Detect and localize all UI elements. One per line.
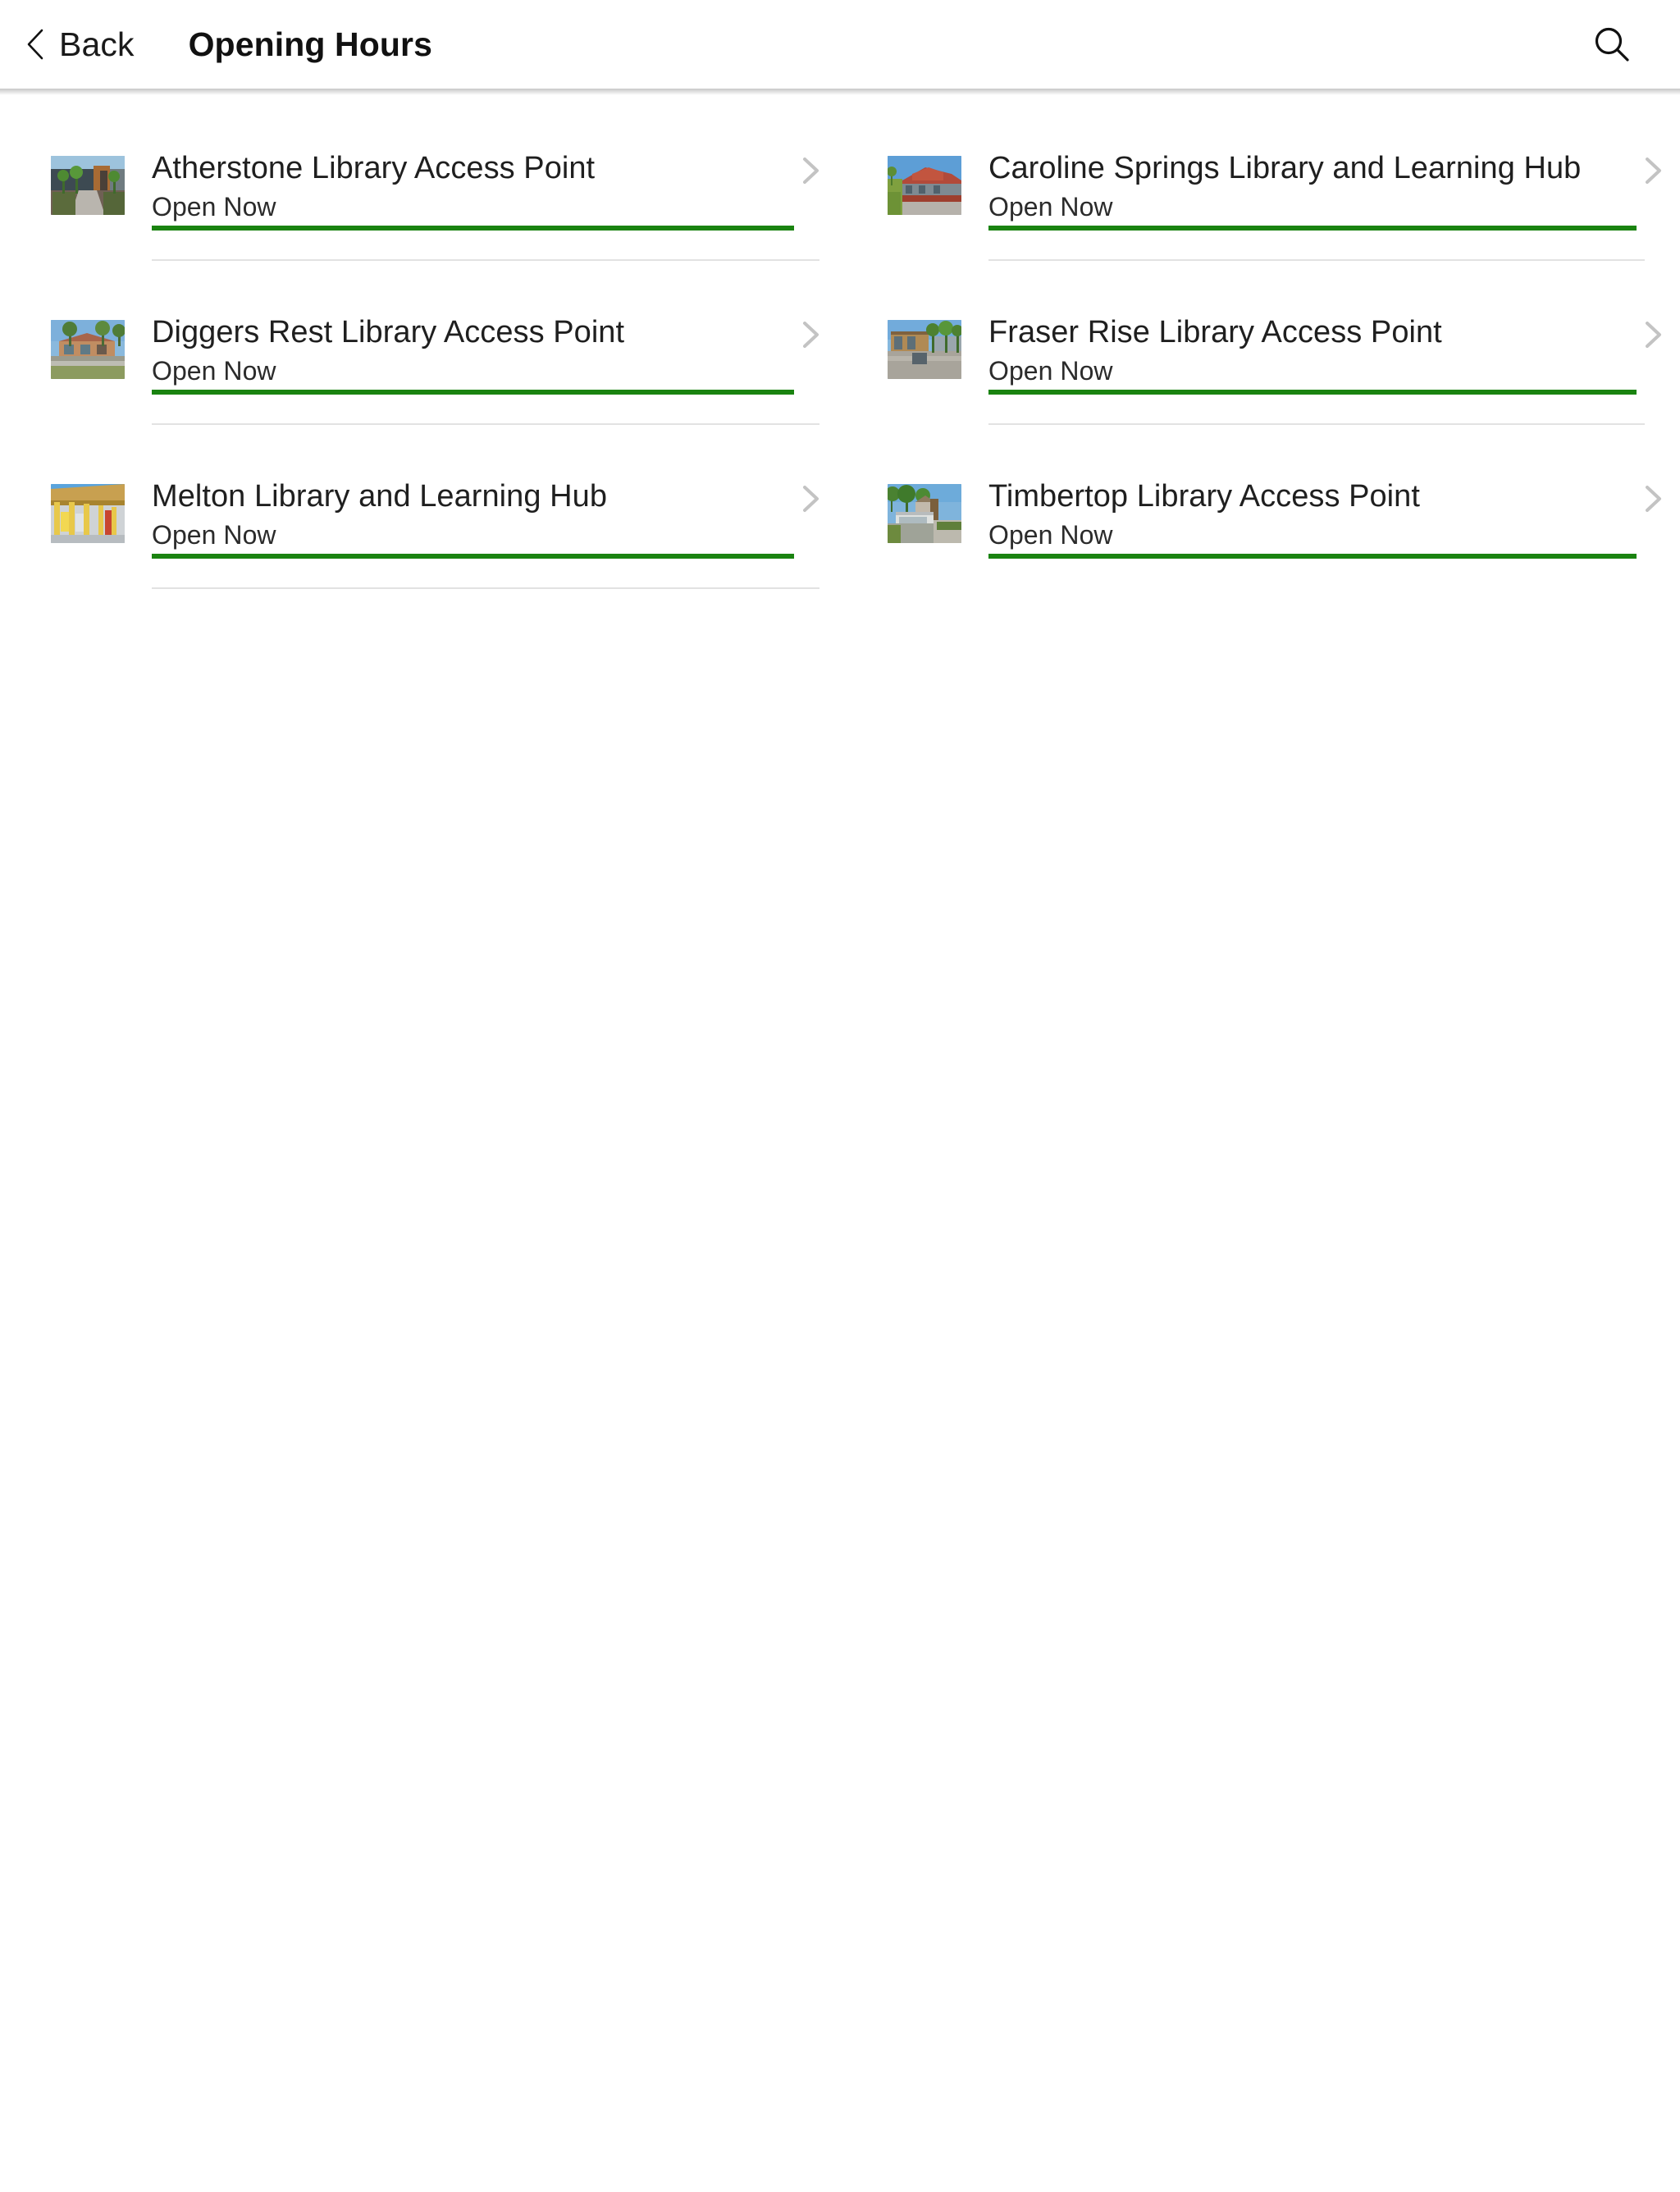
status-label: Open Now [152, 356, 276, 386]
library-name: Atherstone Library Access Point [152, 151, 596, 185]
status-label: Open Now [988, 192, 1113, 221]
list-item[interactable]: Timbertop Library Access Point Open Now [837, 477, 1673, 642]
status-label: Open Now [152, 192, 276, 221]
item-divider [988, 423, 1645, 425]
item-divider [152, 587, 819, 589]
library-name: Caroline Springs Library and Learning Hu… [988, 151, 1582, 185]
item-divider [988, 259, 1645, 261]
chevron-right-icon[interactable] [794, 481, 827, 517]
list-item[interactable]: Melton Library and Learning Hub Open Now [0, 477, 837, 642]
library-name: Diggers Rest Library Access Point [152, 315, 625, 349]
item-divider [152, 259, 819, 261]
page-title: Opening Hours [188, 25, 432, 63]
search-icon [1593, 25, 1631, 63]
library-thumbnail [51, 156, 125, 215]
library-thumbnail [51, 484, 125, 543]
list-item-body: Melton Library and Learning Hub Open Now [152, 477, 819, 642]
list-item-body: Caroline Springs Library and Learning Hu… [988, 149, 1645, 313]
chevron-right-icon[interactable] [1637, 153, 1669, 189]
chevron-right-icon[interactable] [1637, 481, 1669, 517]
status-label: Open Now [988, 520, 1113, 550]
library-grid: Atherstone Library Access Point Open Now [0, 149, 1680, 642]
list-item-body: Fraser Rise Library Access Point Open No… [988, 313, 1645, 477]
library-thumbnail [51, 320, 125, 379]
library-name: Fraser Rise Library Access Point [988, 315, 1442, 349]
list-item-body: Timbertop Library Access Point Open Now [988, 477, 1637, 642]
list-item[interactable]: Diggers Rest Library Access Point Open N… [0, 313, 837, 477]
list-item-body: Diggers Rest Library Access Point Open N… [152, 313, 819, 477]
list-item[interactable]: Atherstone Library Access Point Open Now [0, 149, 837, 313]
chevron-right-icon[interactable] [1637, 317, 1669, 353]
opening-hours-list: Atherstone Library Access Point Open Now [0, 89, 1680, 642]
library-thumbnail [888, 484, 961, 543]
list-item[interactable]: Caroline Springs Library and Learning Hu… [837, 149, 1673, 313]
status-bar-open [152, 554, 794, 559]
status-bar-open [988, 390, 1637, 395]
library-name: Melton Library and Learning Hub [152, 479, 607, 514]
search-button[interactable] [1582, 14, 1642, 75]
chevron-right-icon[interactable] [794, 153, 827, 189]
item-divider [152, 423, 819, 425]
status-bar-open [988, 226, 1637, 231]
status-label: Open Now [152, 520, 276, 550]
library-thumbnail [888, 156, 961, 215]
back-button[interactable]: Back [21, 25, 143, 65]
back-button-label: Back [59, 25, 135, 63]
list-item[interactable]: Fraser Rise Library Access Point Open No… [837, 313, 1673, 477]
status-bar-open [152, 390, 794, 395]
chevron-right-icon[interactable] [794, 317, 827, 353]
chevron-left-icon [26, 29, 44, 60]
status-bar-open [988, 554, 1637, 559]
status-label: Open Now [988, 356, 1113, 386]
library-thumbnail [888, 320, 961, 379]
status-bar-open [152, 226, 794, 231]
library-name: Timbertop Library Access Point [988, 479, 1420, 514]
list-item-body: Atherstone Library Access Point Open Now [152, 149, 819, 313]
app-header: Back Opening Hours [0, 0, 1680, 95]
